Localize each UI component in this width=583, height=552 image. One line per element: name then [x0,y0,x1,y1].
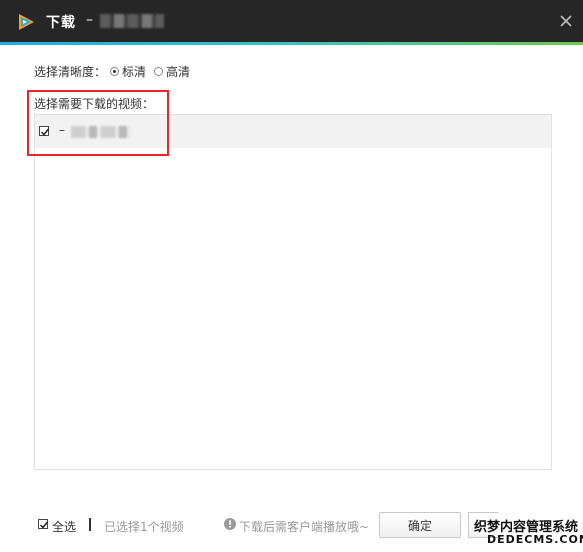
resolution-selector: 选择清晰度： 标清 高清 [34,62,198,80]
highlight-box [27,90,169,156]
radio-hd-indicator[interactable] [154,66,164,76]
info-icon [224,518,236,530]
playback-hint: 下载后需客户端播放哦~ [239,520,370,534]
radio-hd-label: 高清 [166,64,191,79]
select-all-checkbox[interactable] [38,519,49,529]
ok-button[interactable]: 确定 [379,512,461,538]
window-title: 下载 [46,15,76,31]
checkmark-icon [39,521,49,529]
separator [89,518,91,531]
select-all-label[interactable]: 全选 [52,518,76,535]
title-bar: 下载 – [0,0,583,42]
radio-standard-indicator[interactable] [110,66,120,76]
title-separator: – [86,12,93,28]
video-list: – [34,114,552,470]
radio-standard-label: 标清 [122,64,147,79]
title-blurred-name [100,14,164,28]
watermark-url: DEDECMS.COM [487,533,583,546]
close-icon[interactable] [558,13,574,29]
resolution-label: 选择清晰度： [34,64,107,79]
title-accent-bar [0,42,583,45]
radio-hd[interactable]: 高清 [154,63,190,80]
selected-count: 已选择1个视频 [104,520,184,534]
radio-standard[interactable]: 标清 [110,63,146,80]
tencent-video-logo-icon [19,14,34,30]
